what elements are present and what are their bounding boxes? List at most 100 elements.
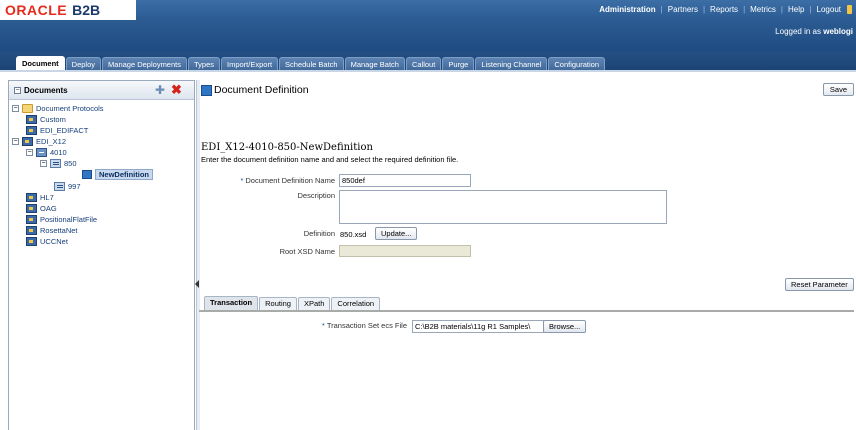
- tree-item-edi-edifact[interactable]: EDI_EDIFACT: [26, 125, 88, 136]
- root-xsd-input[interactable]: [339, 245, 471, 257]
- page-title: Document Definition: [214, 84, 309, 96]
- tree-item-850[interactable]: − 850: [40, 158, 77, 169]
- definition-icon: [82, 170, 92, 179]
- nav-partners[interactable]: Partners: [668, 5, 698, 14]
- nav-separator: |: [743, 5, 746, 14]
- document-definition-icon: [201, 84, 212, 96]
- tree-item-positionalflatfile[interactable]: PositionalFlatFile: [26, 214, 97, 225]
- document-definition-panel: Document Definition Save EDI_X12-4010-85…: [199, 80, 856, 430]
- tree-item-custom[interactable]: Custom: [26, 114, 66, 125]
- tree-item-4010[interactable]: − 4010: [26, 147, 67, 158]
- tree-item-hl7[interactable]: HL7: [26, 192, 54, 203]
- tree-item-label: Document Protocols: [36, 104, 104, 113]
- tab-strip-underline: [0, 70, 856, 72]
- user-status-icon: [847, 5, 852, 14]
- tree-item-label: EDI_X12: [36, 137, 67, 146]
- required-indicator: *: [240, 176, 244, 185]
- definition-instruction: Enter the document definition name and a…: [201, 155, 459, 164]
- protocol-icon: [26, 226, 37, 235]
- subtab-xpath[interactable]: XPath: [297, 297, 331, 310]
- nav-reports[interactable]: Reports: [710, 5, 738, 14]
- required-indicator: *: [321, 321, 325, 330]
- reset-parameter-button[interactable]: Reset Parameter: [785, 278, 854, 291]
- definition-name-label-text: Document Definition Name: [245, 176, 335, 185]
- update-button[interactable]: Update...: [375, 227, 418, 240]
- transaction-tab-body: *Transaction Set ecs File Browse...: [199, 312, 854, 430]
- document-definition-header: Document Definition Save: [199, 80, 856, 100]
- transaction-file-label-text: Transaction Set ecs File: [326, 321, 407, 330]
- definition-label: Definition: [303, 229, 335, 238]
- global-nav: Administration | Partners | Reports | Me…: [599, 5, 852, 14]
- tree-item-label: UCCNet: [40, 237, 68, 246]
- definition-name-input[interactable]: [339, 174, 471, 187]
- definition-heading: EDI_X12-4010-850-NewDefinition: [201, 142, 373, 153]
- tree-item-label: OAG: [40, 204, 57, 213]
- nav-help[interactable]: Help: [788, 5, 804, 14]
- tree-item-label: 4010: [50, 148, 67, 157]
- nav-logout[interactable]: Logout: [817, 5, 841, 14]
- logged-in-user: weblogi: [823, 27, 853, 36]
- tree-item-label: PositionalFlatFile: [40, 215, 98, 224]
- protocol-icon: [22, 137, 33, 146]
- subtab-routing[interactable]: Routing: [259, 297, 297, 310]
- tree-item-label: 997: [68, 182, 81, 191]
- tree-item-label: HL7: [40, 193, 54, 202]
- tree-item-label: RosettaNet: [40, 226, 78, 235]
- logged-in-status: Logged in as weblogi: [775, 27, 853, 36]
- protocol-icon: [26, 204, 37, 213]
- protocol-icon: [26, 193, 37, 202]
- delete-icon[interactable]: ✖: [171, 83, 182, 96]
- app-header: ORACLE B2B Administration | Partners | R…: [0, 0, 856, 52]
- description-label: Description: [297, 191, 335, 200]
- tree-item-newdefinition[interactable]: NewDefinition: [82, 169, 153, 180]
- collapse-panel-icon[interactable]: −: [14, 86, 21, 94]
- definition-sub-tabs: Transaction Routing XPath Correlation: [204, 296, 381, 310]
- oracle-b2b-logo: ORACLE B2B: [0, 0, 136, 20]
- tree-item-997[interactable]: 997: [54, 181, 81, 192]
- document-type-icon: [54, 182, 65, 191]
- tree-item-edi-x12[interactable]: − EDI_X12: [12, 136, 66, 147]
- browse-button[interactable]: Browse...: [543, 320, 587, 333]
- definition-file-name: 850.xsd: [340, 230, 367, 239]
- collapse-node-icon[interactable]: −: [40, 160, 47, 167]
- collapse-node-icon[interactable]: −: [12, 138, 19, 145]
- nav-separator: |: [660, 5, 663, 14]
- tree-item-label: 850: [64, 159, 77, 168]
- description-textarea[interactable]: [339, 190, 667, 224]
- nav-separator: |: [809, 5, 812, 14]
- collapse-node-icon[interactable]: −: [12, 105, 19, 112]
- collapse-node-icon[interactable]: −: [26, 149, 33, 156]
- definition-name-label: * Document Definition Name: [185, 176, 335, 185]
- nav-separator: |: [780, 5, 783, 14]
- document-type-icon: [50, 159, 61, 168]
- documents-panel-header: − Documents ✚ ✖: [9, 81, 194, 100]
- nav-separator: |: [702, 5, 706, 14]
- logo-product-text: B2B: [72, 2, 101, 18]
- logo-oracle-text: ORACLE: [5, 2, 68, 18]
- tree-item-document-protocols[interactable]: − Document Protocols: [12, 103, 104, 114]
- subtab-transaction[interactable]: Transaction: [204, 296, 259, 310]
- transaction-file-input[interactable]: [412, 320, 544, 333]
- add-icon[interactable]: ✚: [155, 84, 165, 96]
- folder-icon: [22, 104, 33, 113]
- tree-item-label: NewDefinition: [95, 169, 153, 180]
- documents-panel-title: Documents: [24, 85, 68, 95]
- nav-metrics[interactable]: Metrics: [750, 5, 776, 14]
- protocol-icon: [26, 237, 37, 246]
- protocol-icon: [26, 115, 37, 124]
- root-xsd-label: Root XSD Name: [279, 247, 335, 256]
- transaction-file-label: * Transaction Set ecs File: [257, 321, 407, 330]
- tree-item-label: EDI_EDIFACT: [40, 126, 89, 135]
- logged-in-prefix: Logged in as: [775, 27, 824, 36]
- documents-panel: − Documents ✚ ✖ − Document Protocols Cus…: [8, 80, 195, 430]
- version-icon: [36, 148, 47, 157]
- main-tab-strip: Document Deploy Manage Deployments Types…: [0, 52, 856, 72]
- subtab-correlation[interactable]: Correlation: [331, 297, 381, 310]
- tree-item-oag[interactable]: OAG: [26, 203, 57, 214]
- tree-item-uccnet[interactable]: UCCNet: [26, 236, 68, 247]
- nav-administration[interactable]: Administration: [599, 5, 655, 14]
- tree-item-label: Custom: [40, 115, 66, 124]
- save-button[interactable]: Save: [822, 83, 854, 96]
- tree-item-rosettanet[interactable]: RosettaNet: [26, 225, 78, 236]
- protocol-icon: [26, 215, 37, 224]
